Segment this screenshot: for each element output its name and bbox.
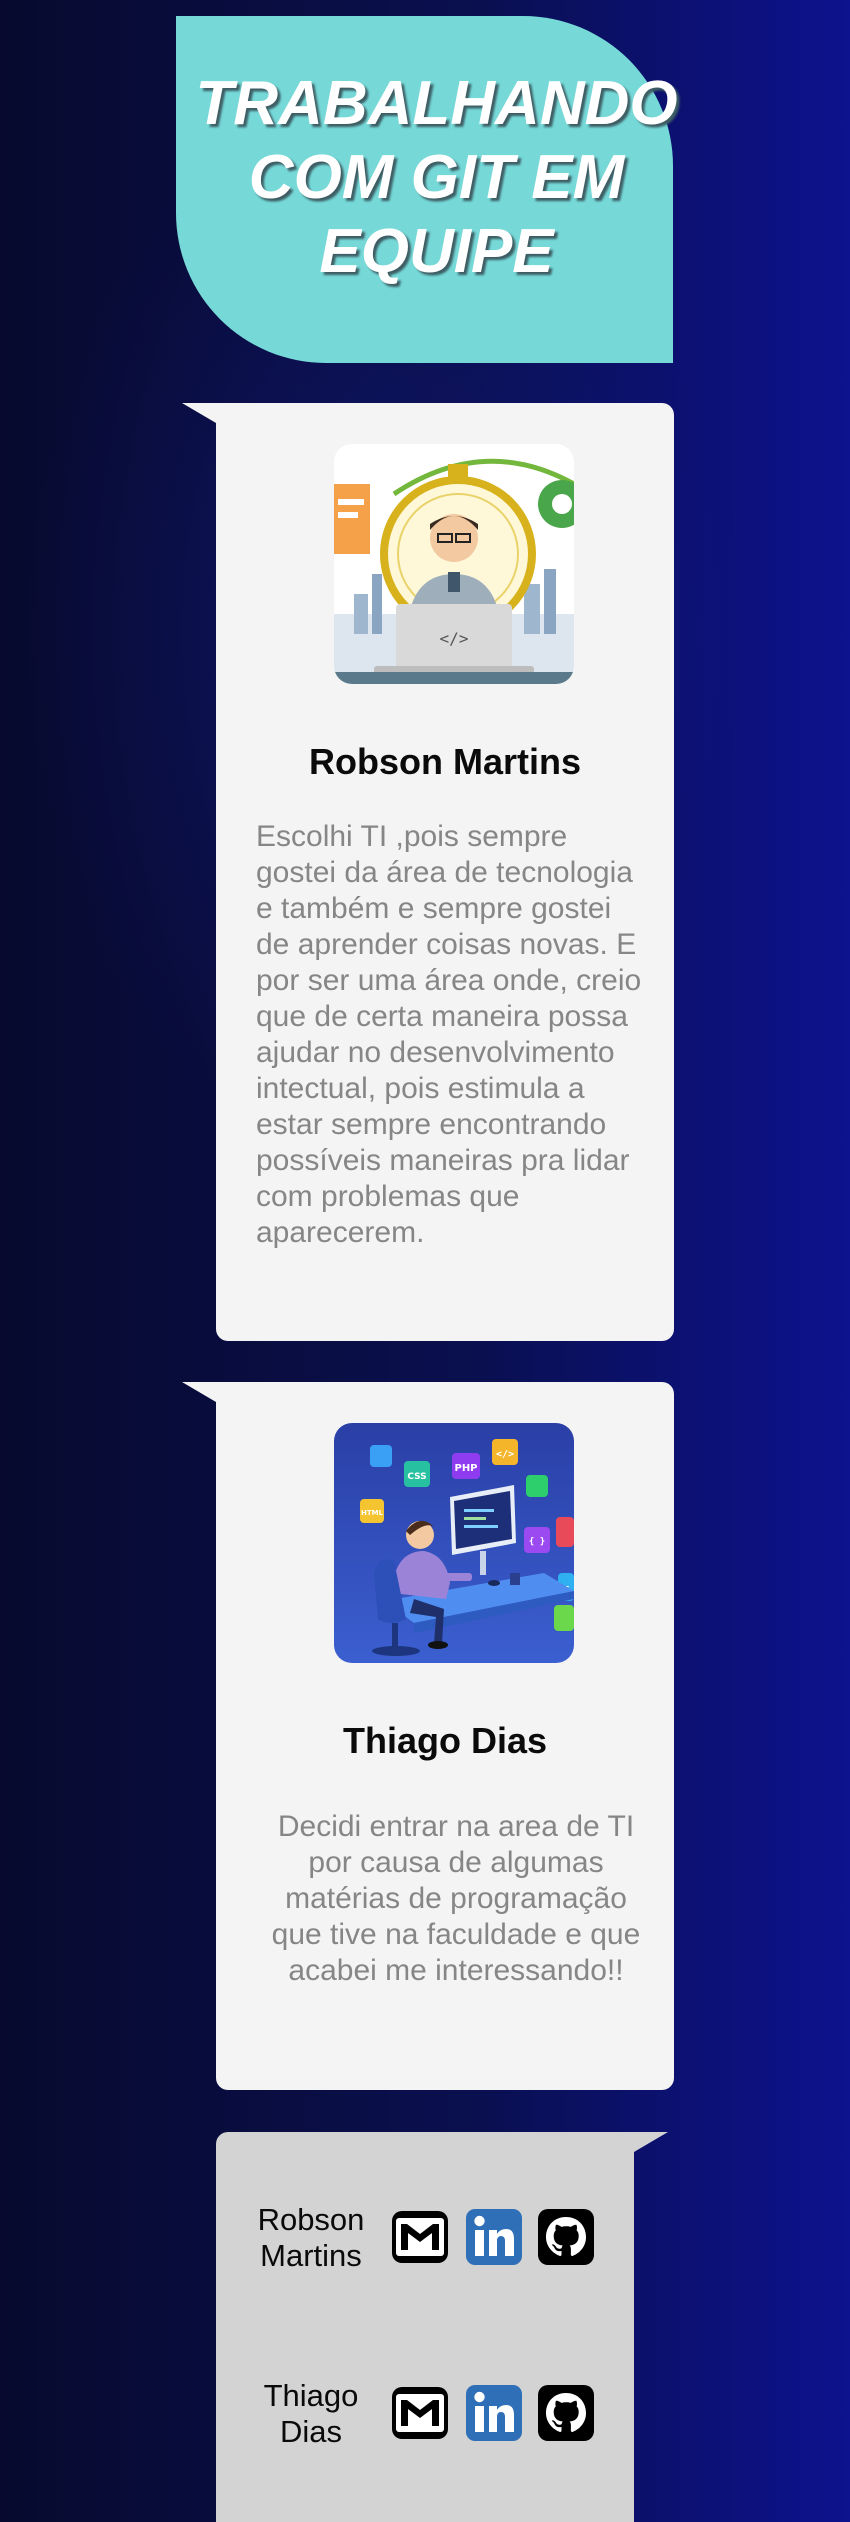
- contact-row-robson: Robson Martins: [216, 2200, 634, 2280]
- avatar: </>: [334, 444, 574, 684]
- developer-desk-tech-icons-illustration-icon: CSS PHP </> HTML { } JS: [334, 1423, 574, 1663]
- member-card-thiago: CSS PHP </> HTML { } JS: [182, 1382, 674, 2090]
- gmail-icon[interactable]: [391, 2208, 449, 2266]
- contact-name: Robson Martins: [257, 2202, 365, 2273]
- page-title: TRABALHANDO COM GIT EM EQUIPE: [195, 68, 678, 286]
- member-name: Thiago Dias: [342, 1720, 548, 1761]
- avatar-code-label: </>: [440, 629, 469, 648]
- member-card-robson: </> Robson Martins Escolhi TI ,pois semp…: [182, 403, 674, 1341]
- github-icon[interactable]: [537, 2384, 595, 2442]
- page-header: TRABALHANDO COM GIT EM EQUIPE: [176, 16, 678, 363]
- linkedin-icon[interactable]: [465, 2384, 523, 2442]
- contact-name: Thiago Dias: [263, 2378, 359, 2449]
- contact-row-thiago: Thiago Dias: [216, 2376, 634, 2456]
- avatar: CSS PHP </> HTML { } JS: [334, 1423, 574, 1663]
- contacts-panel: Robson Martins Thiago Dias: [216, 2132, 668, 2522]
- badge-html: HTML: [361, 1509, 384, 1517]
- member-name: Robson Martins: [308, 741, 581, 782]
- member-bio: Escolhi TI ,pois sempre gostei da área d…: [256, 820, 642, 1249]
- badge-php: PHP: [454, 1463, 477, 1474]
- badge-braces: { }: [529, 1537, 545, 1547]
- github-icon[interactable]: [537, 2208, 595, 2266]
- badge-css: CSS: [407, 1472, 426, 1482]
- badge-code: </>: [496, 1449, 514, 1460]
- linkedin-icon[interactable]: [465, 2208, 523, 2266]
- developer-laptop-stopwatch-illustration-icon: </>: [334, 444, 574, 684]
- member-bio: Decidi entrar na area de TI por causa de…: [271, 1810, 641, 1987]
- gmail-icon[interactable]: [391, 2384, 449, 2442]
